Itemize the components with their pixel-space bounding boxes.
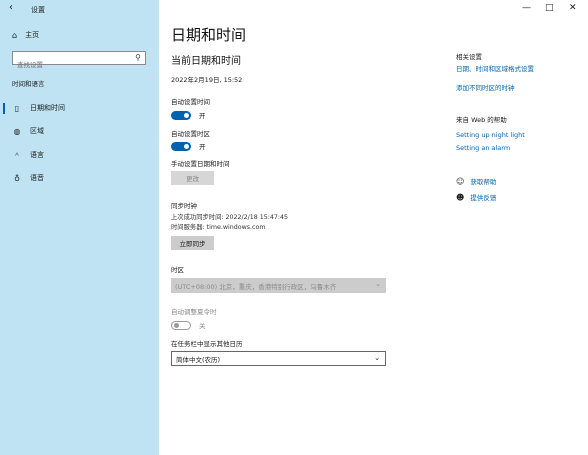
auto-time-toggle[interactable] (171, 110, 191, 120)
page-title: 日期和时间 (171, 26, 247, 44)
auto-time-state: 开 (199, 112, 206, 120)
sidebar-item-region[interactable]: ◍ 区域 (0, 121, 159, 141)
get-help-label: 获取帮助 (470, 178, 497, 186)
maximize-button[interactable]: □ (545, 3, 554, 13)
minimize-button[interactable]: — (522, 3, 531, 13)
sync-now-button[interactable]: 立即同步 (171, 236, 214, 250)
home-nav-item[interactable]: ⌂ 主页 (12, 30, 39, 40)
timezone-label: 时区 (171, 266, 184, 274)
sidebar-item-speech[interactable]: ♁ 语音 (0, 168, 159, 188)
feedback-link[interactable]: ☻ 提供反馈 (456, 192, 497, 203)
related-settings-title: 相关设置 (456, 53, 482, 61)
sidebar-item-label: 语音 (30, 174, 44, 182)
current-datetime: 2022年2月19日, 15:52 (171, 76, 243, 84)
search-box[interactable]: ⚲ (12, 51, 146, 71)
window-title: 设置 (31, 6, 45, 14)
dst-label: 自动调整夏令时 (171, 308, 217, 316)
back-arrow-icon[interactable]: ‹ (9, 2, 13, 13)
auto-timezone-toggle[interactable] (171, 141, 191, 151)
related-link-formats[interactable]: 日期、时间和区域格式设置 (456, 63, 534, 73)
chevron-down-icon: ⌄ (375, 280, 381, 288)
calendar-select[interactable]: 简体中文(农历) ⌄ (171, 351, 386, 366)
related-link-clocks[interactable]: 添加不同时区的时钟 (456, 82, 515, 92)
feedback-label: 提供反馈 (470, 194, 497, 202)
search-icon[interactable]: ⚲ (135, 53, 141, 62)
web-link-night-light[interactable]: Setting up night light (456, 131, 525, 139)
sidebar-item-language[interactable]: ᴬ 语言 (0, 145, 159, 165)
help-icon: ☺ (456, 176, 465, 186)
dst-toggle-row[interactable]: 关 (171, 320, 206, 330)
chevron-down-icon: ⌄ (374, 354, 380, 362)
sync-title: 同步时钟 (171, 202, 197, 210)
clock-icon: ▯ (14, 103, 20, 113)
auto-time-toggle-row[interactable]: 开 (171, 110, 206, 120)
manual-set-label: 手动设置日期和时间 (171, 160, 230, 168)
get-help-link[interactable]: ☺ 获取帮助 (456, 176, 497, 187)
timezone-value: (UTC+08:00) 北京，重庆，香港特别行政区，乌鲁木齐 (175, 282, 337, 291)
feedback-icon: ☻ (456, 192, 465, 202)
auto-timezone-state: 开 (199, 143, 206, 151)
last-sync-text: 上次成功同步时间: 2022/2/18 15:47:45 (171, 214, 289, 221)
sidebar-section-label: 时间和语言 (12, 80, 45, 88)
close-button[interactable]: ✕ (569, 3, 577, 13)
sidebar-item-date-time[interactable]: ▯ 日期和时间 (0, 98, 159, 118)
search-input[interactable] (13, 59, 129, 71)
section-title-current: 当前日期和时间 (171, 56, 241, 67)
globe-icon: ◍ (13, 126, 21, 136)
web-link-alarm[interactable]: Setting an alarm (456, 144, 510, 152)
language-icon: ᴬ (15, 150, 19, 160)
main-content: — □ ✕ 日期和时间 当前日期和时间 2022年2月19日, 15:52 自动… (159, 0, 588, 455)
change-button[interactable]: 更改 (171, 171, 214, 185)
dst-state: 关 (199, 322, 206, 330)
web-help-title: 来自 Web 的帮助 (456, 116, 507, 124)
timezone-select[interactable]: (UTC+08:00) 北京，重庆，香港特别行政区，乌鲁木齐 ⌄ (171, 278, 386, 293)
dst-toggle[interactable] (171, 320, 191, 330)
auto-timezone-label: 自动设置时区 (171, 130, 210, 138)
sidebar-item-label: 语言 (30, 151, 44, 159)
home-icon: ⌂ (12, 30, 18, 40)
sidebar-item-label: 区域 (30, 127, 44, 135)
calendar-label: 在任务栏中显示其他日历 (171, 340, 243, 348)
auto-timezone-toggle-row[interactable]: 开 (171, 141, 206, 151)
calendar-value: 简体中文(农历) (176, 355, 221, 364)
microphone-icon: ♁ (14, 173, 20, 183)
home-label: 主页 (25, 31, 40, 39)
time-server-text: 时间服务器: time.windows.com (171, 224, 266, 231)
sidebar-item-label: 日期和时间 (30, 104, 65, 112)
sidebar: ‹ 设置 ⌂ 主页 ⚲ 时间和语言 ▯ 日期和时间 ◍ 区域 ᴬ 语言 ♁ 语音 (0, 0, 159, 455)
auto-time-label: 自动设置时间 (171, 98, 210, 106)
